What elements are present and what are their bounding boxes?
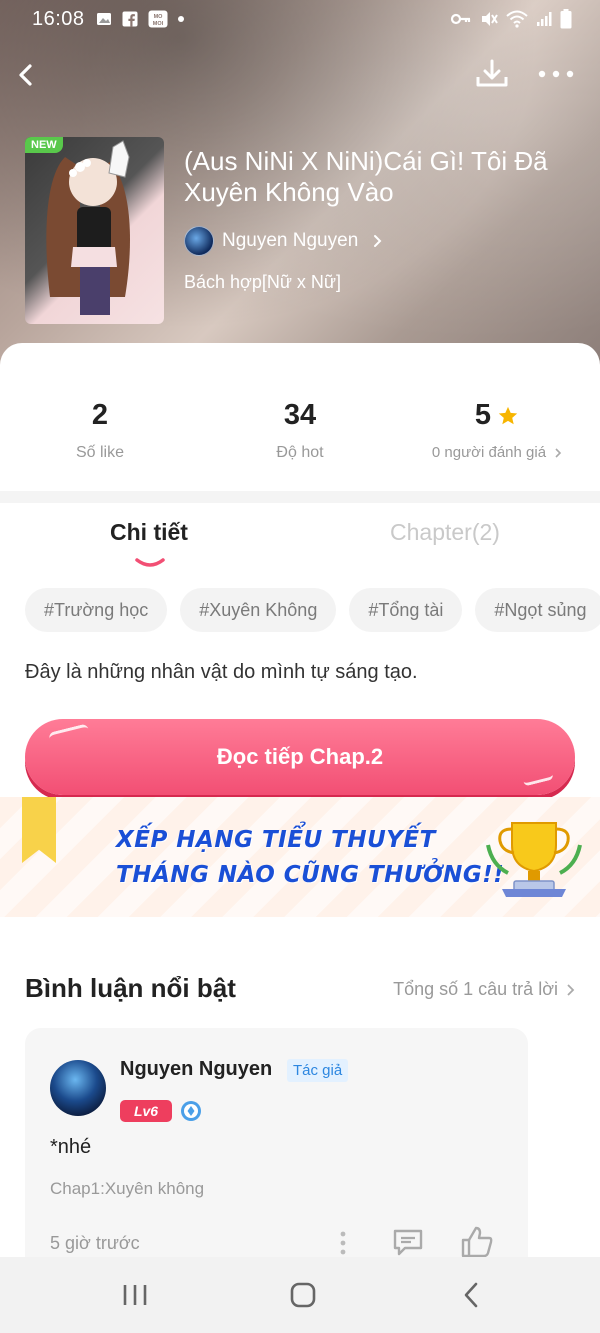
section-divider bbox=[0, 491, 600, 503]
story-title: (Aus NiNi X NiNi)Cái Gì! Tôi Đã Xuyên Kh… bbox=[184, 146, 548, 207]
story-description: Đây là những nhân vật do mình tự sáng tạ… bbox=[25, 661, 418, 683]
wifi-icon bbox=[506, 10, 528, 28]
banner-line-1: XẾP HẠNG TIỂU THUYẾT bbox=[116, 827, 436, 853]
level-badge: Lv6 bbox=[120, 1100, 172, 1122]
hot-count: 34 bbox=[283, 399, 317, 431]
button-shine bbox=[48, 723, 90, 745]
chevron-left-icon bbox=[19, 64, 32, 86]
mute-icon bbox=[482, 12, 498, 26]
banner-text: XẾP HẠNG TIỂU THUYẾT THÁNG NÀO CŨNG THƯỞ… bbox=[116, 823, 504, 893]
comment-card[interactable]: Nguyen Nguyen Tác giả Lv6 *nhé Chap1:Xuy… bbox=[25, 1028, 528, 1288]
story-info: (Aus NiNi X NiNi)Cái Gì! Tôi Đã Xuyên Kh… bbox=[184, 146, 584, 293]
back-button[interactable] bbox=[8, 54, 48, 94]
author-link[interactable]: Nguyen Nguyen bbox=[184, 226, 584, 256]
status-left-icons: MO MOI bbox=[96, 10, 184, 28]
image-icon bbox=[97, 13, 111, 25]
button-shine bbox=[522, 769, 554, 787]
tab-detail[interactable]: Chi tiết bbox=[110, 519, 188, 546]
verified-icon bbox=[181, 1101, 201, 1121]
story-cover[interactable]: NEW bbox=[25, 137, 164, 324]
tab-indicator bbox=[135, 558, 165, 567]
hot-label: Độ hot bbox=[276, 444, 324, 461]
rating-count-label: 0 người đánh giá bbox=[431, 444, 547, 461]
stats-row: 2 Số like 34 Độ hot 5 0 người đánh giá bbox=[0, 343, 600, 491]
tab-bar: Chi tiết Chapter(2) bbox=[0, 503, 600, 575]
comments-title: Bình luận nổi bật bbox=[25, 973, 236, 1003]
status-time: 16:08 bbox=[32, 8, 85, 30]
comments-header: Bình luận nổi bật Tổng số 1 câu trả lời bbox=[25, 971, 575, 1011]
dot-icon bbox=[178, 16, 184, 22]
stat-likes: 2 Số like bbox=[0, 399, 200, 462]
facebook-icon bbox=[122, 11, 138, 27]
chevron-right-icon bbox=[567, 983, 575, 996]
tag-chip[interactable]: #Trường học bbox=[25, 588, 168, 632]
tag-chip[interactable]: #Ngọt sủng bbox=[475, 588, 600, 632]
comment-username[interactable]: Nguyen Nguyen bbox=[120, 1058, 272, 1081]
author-tag-badge: Tác giả bbox=[287, 1059, 349, 1082]
continue-reading-button[interactable]: Đọc tiếp Chap.2 bbox=[25, 719, 575, 795]
more-button[interactable] bbox=[534, 54, 578, 94]
battery-icon bbox=[560, 9, 572, 29]
tag-chip[interactable]: #Tổng tài bbox=[349, 588, 463, 632]
trophy-icon bbox=[486, 822, 582, 897]
svg-text:MO: MO bbox=[154, 14, 164, 20]
total-replies-label: Tổng số 1 câu trả lời bbox=[393, 979, 558, 999]
chevron-right-icon bbox=[374, 235, 382, 247]
total-replies-link[interactable]: Tổng số 1 câu trả lời bbox=[393, 979, 575, 1000]
avatar[interactable] bbox=[50, 1060, 106, 1116]
reply-icon[interactable] bbox=[391, 1226, 425, 1258]
rating-value: 5 bbox=[474, 399, 492, 431]
main-panel: 2 Số like 34 Độ hot 5 0 người đánh giá C… bbox=[0, 343, 600, 1333]
likes-label: Số like bbox=[75, 444, 125, 461]
download-icon bbox=[476, 59, 508, 87]
star-icon bbox=[498, 406, 518, 424]
author-name: Nguyen Nguyen bbox=[222, 230, 359, 251]
top-bar bbox=[0, 48, 600, 102]
more-icon bbox=[538, 70, 574, 78]
tag-chip[interactable]: #Xuyên Không bbox=[180, 588, 337, 632]
key-icon bbox=[450, 13, 471, 25]
comment-time: 5 giờ trước bbox=[50, 1233, 140, 1253]
likes-count: 2 bbox=[91, 399, 109, 431]
comment-chapter[interactable]: Chap1:Xuyên không bbox=[50, 1179, 204, 1199]
continue-reading-label: Đọc tiếp Chap.2 bbox=[216, 744, 384, 769]
author-avatar bbox=[184, 226, 214, 256]
tag-list: #Trường học #Xuyên Không #Tổng tài #Ngọt… bbox=[25, 588, 600, 632]
comment-text: *nhé bbox=[50, 1136, 92, 1158]
system-nav-bar bbox=[0, 1257, 600, 1333]
story-genre: Bách hợp[Nữ x Nữ] bbox=[184, 272, 341, 292]
vertical-more-icon[interactable] bbox=[330, 1228, 356, 1258]
home-icon[interactable] bbox=[283, 1279, 323, 1311]
stat-hot: 34 Độ hot bbox=[200, 399, 400, 462]
download-button[interactable] bbox=[472, 54, 512, 94]
back-nav-icon[interactable] bbox=[452, 1279, 492, 1311]
momoi-icon: MOMOI bbox=[148, 10, 168, 28]
promo-banner[interactable]: XẾP HẠNG TIỂU THUYẾT THÁNG NÀO CŨNG THƯỞ… bbox=[0, 797, 600, 917]
tab-chapter[interactable]: Chapter(2) bbox=[390, 519, 500, 546]
thumbs-up-icon[interactable] bbox=[459, 1224, 495, 1260]
status-right-icons bbox=[450, 9, 572, 29]
banner-line-2: THÁNG NÀO CŨNG THƯỞNG!! bbox=[116, 862, 505, 888]
stat-rating[interactable]: 5 0 người đánh giá bbox=[397, 399, 597, 462]
status-bar: 16:08 MO MOI bbox=[0, 0, 600, 38]
recent-apps-icon[interactable] bbox=[115, 1279, 155, 1311]
cover-illustration bbox=[46, 140, 130, 315]
new-badge: NEW bbox=[25, 137, 63, 153]
chevron-right-icon bbox=[555, 447, 562, 458]
svg-text:MOI: MOI bbox=[153, 21, 164, 27]
signal-icon bbox=[537, 12, 552, 26]
